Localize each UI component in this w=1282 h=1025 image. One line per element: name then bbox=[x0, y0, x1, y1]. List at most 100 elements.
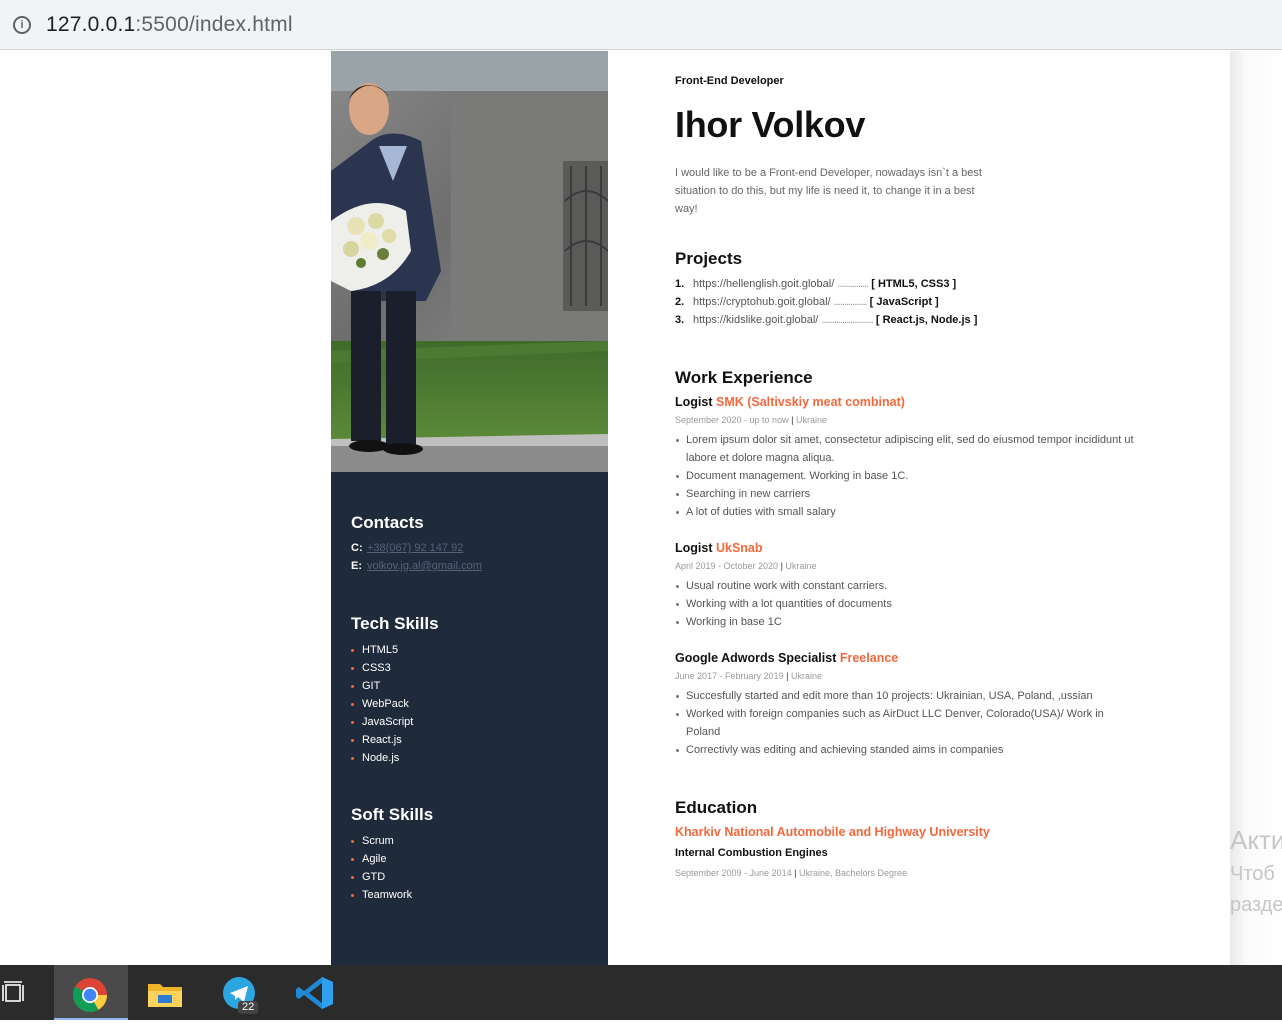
skill-item: WebPack bbox=[351, 695, 413, 713]
folder-icon bbox=[148, 984, 182, 1007]
windows-taskbar: 22 bbox=[0, 965, 1282, 1020]
job-dates: April 2019 - October 2020 bbox=[675, 561, 779, 571]
duty-item: Working in base 1C bbox=[675, 613, 1135, 631]
job-company: SMK (Saltivskiy meat combinat) bbox=[715, 395, 905, 409]
duty-item: Document management. Working in base 1C. bbox=[675, 467, 1135, 485]
skill-item: Teamwork bbox=[351, 886, 412, 904]
job-company: UkSnab bbox=[715, 541, 763, 555]
skill-item: React.js bbox=[351, 731, 413, 749]
job-title: Logist UkSnab bbox=[675, 541, 1135, 555]
phone-row: C: +38(067) 92 147 92 bbox=[351, 542, 463, 554]
job-role: Logist bbox=[675, 395, 713, 409]
job-dates: September 2020 - up to now bbox=[675, 415, 789, 425]
project-number: 1. bbox=[675, 278, 685, 290]
url-field[interactable]: i 127.0.0.1:5500/index.html bbox=[0, 2, 1282, 46]
about-text: I would like to be a Front-end Developer… bbox=[675, 167, 982, 215]
profile-photo bbox=[331, 51, 608, 472]
tech-skills-heading: Tech Skills bbox=[351, 614, 439, 633]
browser-address-bar: i 127.0.0.1:5500/index.html bbox=[0, 0, 1282, 50]
task-view-icon bbox=[2, 981, 24, 1002]
job-3: Google Adwords Specialist Freelance June… bbox=[675, 651, 1135, 759]
site-info-icon[interactable]: i bbox=[13, 16, 31, 34]
person-name: Ihor Volkov bbox=[675, 104, 866, 145]
work-heading: Work Experience bbox=[675, 368, 813, 387]
url-text[interactable]: 127.0.0.1:5500/index.html bbox=[46, 13, 293, 37]
job-meta: September 2020 - up to now | Ukraine bbox=[675, 415, 827, 425]
soft-skills-heading: Soft Skills bbox=[351, 805, 434, 824]
project-leader-dots: ......................... bbox=[821, 314, 873, 326]
skill-item: Scrum bbox=[351, 832, 412, 850]
projects-heading: Projects bbox=[675, 249, 743, 268]
projects-list: 1. https://hellenglish.goit.global/ .....… bbox=[675, 275, 977, 329]
job-role: Google Adwords Specialist bbox=[675, 651, 837, 665]
job-1: Logist SMK (Saltivskiy meat combinat) Se… bbox=[675, 395, 1135, 521]
phone-link[interactable]: +38(067) 92 147 92 bbox=[367, 542, 463, 554]
project-tech: [ React.js, Node.js ] bbox=[875, 314, 978, 326]
taskbar-file-explorer[interactable] bbox=[128, 965, 202, 1020]
email-row: E: volkov.jg.al@gmail.com bbox=[351, 560, 482, 572]
skill-item: Agile bbox=[351, 850, 412, 868]
skill-item: HTML5 bbox=[351, 641, 413, 659]
university-name: Kharkiv National Automobile and Highway … bbox=[675, 825, 990, 839]
email-label: E: bbox=[351, 560, 362, 572]
phone-label: C: bbox=[351, 542, 363, 554]
education-heading: Education bbox=[675, 798, 758, 817]
specialty: Internal Combustion Engines bbox=[675, 847, 828, 859]
project-item: 3. https://kidslike.goit.global/ ........… bbox=[675, 311, 977, 329]
contacts-heading: Contacts bbox=[351, 513, 424, 532]
skill-item: GIT bbox=[351, 677, 413, 695]
duty-item: Working with a lot quantities of documen… bbox=[675, 595, 1135, 613]
activation-watermark-line2: Чтоб bbox=[1230, 863, 1275, 885]
job-title: Logist SMK (Saltivskiy meat combinat) bbox=[675, 395, 1135, 409]
task-view-button[interactable] bbox=[0, 965, 40, 1020]
job-meta: June 2017 - February 2019 | Ukraine bbox=[675, 671, 822, 681]
skill-item: Node.js bbox=[351, 749, 413, 767]
edu-place: Ukraine, Bachelors Degree bbox=[798, 868, 908, 878]
url-path: :5500/index.html bbox=[135, 13, 293, 36]
job-subtitle: Front-End Developer bbox=[675, 75, 784, 87]
project-tech: [ HTML5, CSS3 ] bbox=[871, 278, 957, 290]
activation-watermark-line3: разде bbox=[1230, 894, 1282, 916]
project-leader-dots: ............... bbox=[837, 278, 869, 290]
soft-skills-list: Scrum Agile GTD Teamwork bbox=[351, 832, 412, 904]
project-item: 1. https://hellenglish.goit.global/ .....… bbox=[675, 275, 977, 293]
job-dates: June 2017 - February 2019 bbox=[675, 671, 784, 681]
email-link[interactable]: volkov.jg.al@gmail.com bbox=[367, 560, 482, 572]
telegram-unread-badge: 22 bbox=[238, 1001, 259, 1014]
page-viewport: Contacts C: +38(067) 92 147 92 E: volkov.j… bbox=[0, 51, 1282, 965]
duty-item: Succesfully started and edit more than 1… bbox=[675, 687, 1135, 705]
duty-item: Worked with foreign companies such as Ai… bbox=[675, 705, 1135, 741]
job-duties: Succesfully started and edit more than 1… bbox=[675, 687, 1135, 759]
chrome-icon bbox=[73, 978, 107, 1012]
skill-item: JavaScript bbox=[351, 713, 413, 731]
job-place: Ukraine bbox=[790, 671, 822, 681]
duty-item: A lot of duties with small salary bbox=[675, 503, 1135, 521]
project-number: 3. bbox=[675, 314, 685, 326]
job-place: Ukraine bbox=[785, 561, 817, 571]
job-duties: Lorem ipsum dolor sit amet, consectetur … bbox=[675, 431, 1135, 521]
taskbar-vscode[interactable] bbox=[278, 965, 352, 1020]
project-link[interactable]: https://hellenglish.goit.global/ bbox=[693, 278, 834, 290]
job-duties: Usual routine work with constant carrier… bbox=[675, 577, 1135, 631]
url-host: 127.0.0.1 bbox=[46, 13, 136, 36]
resume-main: Front-End Developer Ihor Volkov I would … bbox=[608, 51, 1230, 965]
education-meta: September 2009 - June 2014 | Ukraine, Ba… bbox=[675, 868, 908, 878]
activation-watermark-title: Акти bbox=[1230, 825, 1282, 855]
project-number: 2. bbox=[675, 296, 685, 308]
edu-dates: September 2009 - June 2014 bbox=[675, 868, 792, 878]
duty-item: Lorem ipsum dolor sit amet, consectetur … bbox=[675, 431, 1135, 467]
project-link[interactable]: https://kidslike.goit.global/ bbox=[693, 314, 818, 326]
duty-item: Searching in new carriers bbox=[675, 485, 1135, 503]
taskbar-chrome[interactable] bbox=[54, 965, 128, 1020]
project-link[interactable]: https://cryptohub.goit.global/ bbox=[693, 296, 831, 308]
job-title: Google Adwords Specialist Freelance bbox=[675, 651, 1135, 665]
job-meta: April 2019 - October 2020 | Ukraine bbox=[675, 561, 817, 571]
skill-item: CSS3 bbox=[351, 659, 413, 677]
tech-skills-list: HTML5 CSS3 GIT WebPack JavaScript React.js Nod… bbox=[351, 641, 413, 767]
duty-item: Usual routine work with constant carrier… bbox=[675, 577, 1135, 595]
project-leader-dots: ................ bbox=[833, 296, 868, 308]
skill-item: GTD bbox=[351, 868, 412, 886]
job-2: Logist UkSnab April 2019 - October 2020 … bbox=[675, 541, 1135, 631]
job-place: Ukraine bbox=[795, 415, 827, 425]
project-item: 2. https://cryptohub.goit.global/ .......… bbox=[675, 293, 977, 311]
